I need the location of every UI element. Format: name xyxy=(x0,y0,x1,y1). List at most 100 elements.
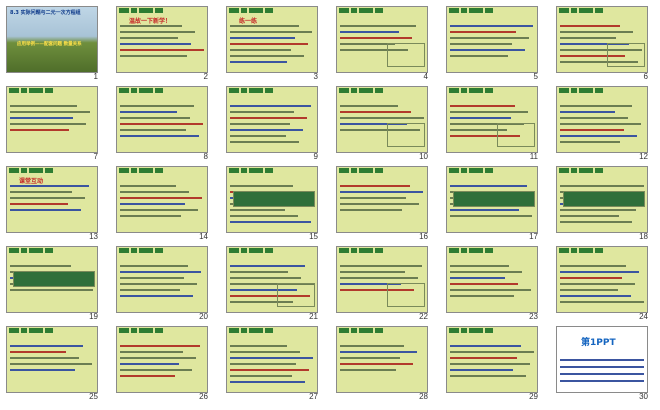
slide-thumbnail[interactable]: 温故一下新学！ xyxy=(116,6,208,73)
slide-table xyxy=(233,191,315,207)
slide-thumbnail[interactable] xyxy=(6,246,98,313)
slide-text-line xyxy=(560,129,624,131)
slide-toolbar xyxy=(7,327,97,335)
slide-thumbnail-cell[interactable]: 17 xyxy=(440,164,540,244)
slide-thumbnail-cell[interactable]: 28 xyxy=(330,324,430,404)
slide-diagram xyxy=(607,43,645,67)
slide-thumbnail-cell[interactable]: 15 xyxy=(220,164,320,244)
slide-text-line xyxy=(560,185,644,187)
slide-thumbnail-cell[interactable]: 21 xyxy=(220,244,320,324)
slide-text-line xyxy=(230,25,299,27)
toolbar-button-icon xyxy=(229,328,239,333)
slide-thumbnail[interactable] xyxy=(116,326,208,393)
toolbar-button-icon xyxy=(249,248,263,253)
slide-thumbnail[interactable]: 8.3 实际问题与二元一次方程组 应用举例——配套问题 数量关系 xyxy=(6,6,98,73)
toolbar-button-icon xyxy=(485,8,493,13)
slide-thumbnail-cell[interactable]: 8 xyxy=(110,84,210,164)
slide-thumbnail-cell[interactable]: 29 xyxy=(440,324,540,404)
slide-thumbnail[interactable]: 第1PPT xyxy=(556,326,648,393)
slide-thumbnail-cell[interactable]: 19 xyxy=(0,244,100,324)
slide-thumbnail[interactable] xyxy=(226,246,318,313)
slide-thumbnail[interactable] xyxy=(226,86,318,153)
slide-text-line xyxy=(230,129,303,131)
slide-thumbnail[interactable] xyxy=(116,166,208,233)
slide-toolbar xyxy=(557,167,647,175)
slide-thumbnail[interactable] xyxy=(336,326,428,393)
slide-thumbnail-cell[interactable]: 14 xyxy=(110,164,210,244)
slide-thumbnail-cell[interactable]: 16 xyxy=(330,164,430,244)
slide-thumbnail-cell[interactable]: 8.3 实际问题与二元一次方程组 应用举例——配套问题 数量关系 1 xyxy=(0,4,100,84)
slide-thumbnail-cell[interactable]: 22 xyxy=(330,244,430,324)
slide-thumbnail-cell[interactable]: 23 xyxy=(440,244,540,324)
slide-text-line xyxy=(560,111,615,113)
slide-text-line xyxy=(120,123,203,125)
slide-thumbnail-cell[interactable]: 6 xyxy=(550,4,650,84)
slide-text-line xyxy=(10,111,90,113)
slide-thumbnail-cell[interactable]: 温故一下新学！ 2 xyxy=(110,4,210,84)
slide-text-line xyxy=(10,197,85,199)
toolbar-button-icon xyxy=(351,88,357,93)
slide-thumbnail-cell[interactable]: 9 xyxy=(220,84,320,164)
slide-text-line xyxy=(340,197,406,199)
slide-thumbnail-cell[interactable]: 5 xyxy=(440,4,540,84)
slide-thumbnail[interactable] xyxy=(446,6,538,73)
slide-thumbnail-cell[interactable]: 20 xyxy=(110,244,210,324)
slide-text-line xyxy=(340,369,396,371)
toolbar-button-icon xyxy=(119,248,129,253)
slide-thumbnail[interactable] xyxy=(556,166,648,233)
slide-thumbnail[interactable] xyxy=(446,246,538,313)
slide-thumbnail[interactable] xyxy=(446,326,538,393)
slide-thumbnail-cell[interactable]: 练一练 3 xyxy=(220,4,320,84)
toolbar-button-icon xyxy=(249,8,263,13)
slide-text-line xyxy=(120,49,204,51)
slide-thumbnail-cell[interactable]: 4 xyxy=(330,4,430,84)
toolbar-button-icon xyxy=(339,88,349,93)
slide-diagram xyxy=(277,283,315,307)
slide-thumbnail[interactable]: 课堂互动 xyxy=(6,166,98,233)
slide-thumbnail-cell[interactable]: 7 xyxy=(0,84,100,164)
slide-thumbnail[interactable] xyxy=(336,246,428,313)
slide-thumbnail[interactable] xyxy=(336,166,428,233)
slide-thumbnail-cell[interactable]: 10 xyxy=(330,84,430,164)
slide-thumbnail-cell[interactable]: 18 xyxy=(550,164,650,244)
slide-thumbnail[interactable] xyxy=(116,86,208,153)
slide-thumbnail-cell[interactable]: 11 xyxy=(440,84,540,164)
slide-thumbnail[interactable] xyxy=(336,86,428,153)
slide-thumbnail[interactable] xyxy=(6,86,98,153)
toolbar-button-icon xyxy=(469,88,483,93)
slide-thumbnail-cell[interactable]: 26 xyxy=(110,324,210,404)
slide-thumbnail[interactable] xyxy=(556,246,648,313)
slide-thumbnail-cell[interactable]: 27 xyxy=(220,324,320,404)
slide-thumbnail-cell[interactable]: 课堂互动 13 xyxy=(0,164,100,244)
slide-text-line xyxy=(450,375,526,377)
slide-thumbnail[interactable]: 练一练 xyxy=(226,6,318,73)
slide-text-line xyxy=(120,203,185,205)
slide-thumbnail-cell[interactable]: 第1PPT 30 xyxy=(550,324,650,404)
slide-thumbnail[interactable] xyxy=(556,6,648,73)
slide-toolbar xyxy=(557,7,647,15)
slide-thumbnail[interactable] xyxy=(226,166,318,233)
slide-subtitle: 应用举例——配套问题 数量关系 xyxy=(17,42,82,47)
slide-text-line xyxy=(230,111,294,113)
toolbar-button-icon xyxy=(229,248,239,253)
slide-thumbnail-cell[interactable]: 12 xyxy=(550,84,650,164)
slide-text-line xyxy=(450,117,511,119)
slide-text-line xyxy=(10,369,75,371)
slide-text-line xyxy=(120,283,197,285)
slide-thumbnail[interactable] xyxy=(336,6,428,73)
slide-text-line xyxy=(120,357,196,359)
slide-thumbnail[interactable] xyxy=(446,86,538,153)
slide-text-line xyxy=(340,105,398,107)
slide-thumbnail[interactable] xyxy=(446,166,538,233)
slide-number: 18 xyxy=(639,232,648,241)
slide-thumbnail[interactable] xyxy=(226,326,318,393)
slide-thumbnail-cell[interactable]: 25 xyxy=(0,324,100,404)
slide-table xyxy=(453,191,535,207)
slide-thumbnail[interactable] xyxy=(6,326,98,393)
slide-text-line xyxy=(120,191,189,193)
slide-thumbnail-cell[interactable]: 24 xyxy=(550,244,650,324)
slide-thumbnail[interactable] xyxy=(116,246,208,313)
slide-text-line xyxy=(120,111,177,113)
slide-text-line xyxy=(10,209,81,211)
slide-thumbnail[interactable] xyxy=(556,86,648,153)
